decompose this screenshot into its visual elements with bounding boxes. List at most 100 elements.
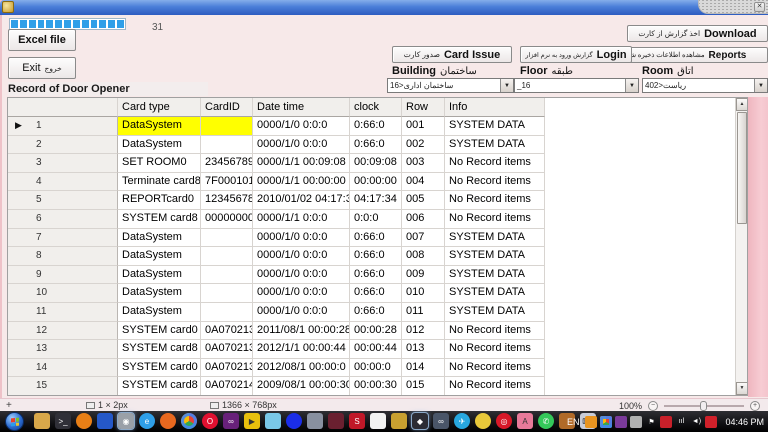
grid-cell[interactable]: 009 <box>402 266 445 285</box>
row-header[interactable]: 3 <box>8 154 118 173</box>
grid-cell[interactable]: 2012/08/1 00:00:0 <box>253 359 350 378</box>
grid-cell[interactable]: 0A070213 <box>201 359 253 378</box>
exit-button[interactable]: Exit خروج <box>8 57 76 79</box>
grid-cell[interactable]: Terminate card8 <box>118 173 201 192</box>
table-row[interactable]: 5REPORTcard0123456782010/01/02 04:17:340… <box>8 191 747 210</box>
column-header[interactable]: clock <box>350 98 402 117</box>
tray-flag-icon[interactable]: ⚑ <box>645 416 657 428</box>
row-header[interactable]: 10 <box>8 284 118 303</box>
opera-icon[interactable]: O <box>202 413 218 429</box>
grid-cell[interactable]: 0:66:0 <box>350 117 402 136</box>
table-row[interactable]: 6SYSTEM card8000000000000/1/1 0:0:00:0:0… <box>8 210 747 229</box>
key-app-icon[interactable] <box>391 413 407 429</box>
grid-cell[interactable]: 2012/1/1 00:00:44 <box>253 340 350 359</box>
card-issue-button[interactable]: صدور کارت Card Issue <box>392 46 512 63</box>
room-select[interactable]: ریاست<402 ▼ <box>642 78 768 93</box>
grid-cell[interactable]: DataSystem <box>118 229 201 248</box>
blue-orb-icon[interactable] <box>286 413 302 429</box>
grid-cell[interactable]: No Record items <box>445 377 545 396</box>
row-header[interactable]: 9 <box>8 266 118 285</box>
tray-chat-icon[interactable] <box>630 416 642 428</box>
grid-cell[interactable]: 00000000 <box>201 210 253 229</box>
grid-cell[interactable]: SYSTEM card8 <box>118 210 201 229</box>
grid-cell[interactable]: 2010/01/02 04:17:34 <box>253 191 350 210</box>
row-header[interactable]: 11 <box>8 303 118 322</box>
row-header[interactable]: 8 <box>8 247 118 266</box>
grid-cell[interactable]: 006 <box>402 210 445 229</box>
grid-cell[interactable]: REPORTcard0 <box>118 191 201 210</box>
tray-volume-icon[interactable]: ◄) <box>690 416 702 428</box>
grid-cell[interactable]: 0:66:0 <box>350 247 402 266</box>
language-indicator[interactable]: EN <box>567 417 580 427</box>
login-button[interactable]: گزارش ورود به نرم افزار Login <box>520 46 632 63</box>
chrome-icon[interactable] <box>181 413 197 429</box>
table-row[interactable]: 9DataSystem0000/1/0 0:0:00:66:0009SYSTEM… <box>8 266 747 285</box>
grid-cell[interactable] <box>201 229 253 248</box>
table-row[interactable]: 3SET ROOM0234567890000/1/1 00:09:0800:09… <box>8 154 747 173</box>
tray-network-icon[interactable]: ııl <box>675 416 687 428</box>
grid-cell[interactable]: 0:66:0 <box>350 136 402 155</box>
row-header[interactable]: 4 <box>8 173 118 192</box>
table-row[interactable]: 13SYSTEM card80A0702132012/1/1 00:00:440… <box>8 340 747 359</box>
row-header[interactable]: 12 <box>8 322 118 341</box>
download-button[interactable]: اخذ گزارش از کارت Download <box>627 25 768 42</box>
grid-cell[interactable]: No Record items <box>445 322 545 341</box>
column-header[interactable]: Card type <box>118 98 201 117</box>
tray-vs-icon[interactable] <box>615 416 627 428</box>
grid-cell[interactable]: 0:66:0 <box>350 266 402 285</box>
column-header[interactable]: Row <box>402 98 445 117</box>
grid-cell[interactable]: No Record items <box>445 173 545 192</box>
table-corner-header[interactable] <box>8 98 118 117</box>
blue-app-icon[interactable] <box>97 413 113 429</box>
grid-cell[interactable]: 008 <box>402 247 445 266</box>
grid-cell[interactable]: DataSystem <box>118 136 201 155</box>
row-header[interactable]: 14 <box>8 359 118 378</box>
chevron-down-icon[interactable]: ▼ <box>625 79 638 92</box>
grid-cell[interactable]: 0000/1/0 0:0:0 <box>253 247 350 266</box>
close-button[interactable]: ✕ <box>754 2 765 12</box>
row-header[interactable]: ▶1 <box>8 117 118 136</box>
grid-cell[interactable]: SYSTEM DATA <box>445 247 545 266</box>
grid-cell[interactable]: DataSystem <box>118 247 201 266</box>
grid-cell[interactable]: 2009/08/1 00:00:30 <box>253 377 350 396</box>
gray-app-icon[interactable] <box>307 413 323 429</box>
firefox-icon[interactable] <box>160 413 176 429</box>
grid-cell[interactable] <box>201 247 253 266</box>
adobe-app-icon[interactable]: A <box>517 413 533 429</box>
grid-cell[interactable]: SYSTEM DATA <box>445 229 545 248</box>
grid-cell[interactable]: 001 <box>402 117 445 136</box>
grid-cell[interactable]: SYSTEM card8 <box>118 377 201 396</box>
row-header[interactable]: 7 <box>8 229 118 248</box>
grid-cell[interactable]: SYSTEM DATA <box>445 284 545 303</box>
grid-cell[interactable]: 0:66:0 <box>350 284 402 303</box>
chevron-down-icon[interactable]: ▼ <box>754 79 767 92</box>
infinity-app-icon[interactable]: ∞ <box>433 413 449 429</box>
tray-paint-icon[interactable] <box>660 416 672 428</box>
grid-cell[interactable]: SYSTEM card0 <box>118 359 201 378</box>
grid-cell[interactable]: No Record items <box>445 340 545 359</box>
scroll-down-button[interactable]: ▼ <box>736 382 748 395</box>
grid-cell[interactable]: 011 <box>402 303 445 322</box>
grid-cell[interactable]: 0000/1/1 0:0:0 <box>253 210 350 229</box>
yellow-app-icon[interactable] <box>475 413 491 429</box>
visual-studio-icon[interactable]: ∞ <box>223 413 239 429</box>
table-row[interactable]: 14SYSTEM card00A0702132012/08/1 00:00:0 0… <box>8 359 747 378</box>
row-header[interactable]: 2 <box>8 136 118 155</box>
floor-select[interactable]: _16 ▼ <box>514 78 639 93</box>
grid-cell[interactable]: SYSTEM DATA <box>445 117 545 136</box>
grid-cell[interactable]: 0A070213 <box>201 322 253 341</box>
row-header[interactable]: 5 <box>8 191 118 210</box>
table-row[interactable]: 10DataSystem0000/1/0 0:0:00:66:0010SYSTE… <box>8 284 747 303</box>
zoom-in-button[interactable]: + <box>750 401 760 411</box>
grid-cell[interactable]: 014 <box>402 359 445 378</box>
row-header[interactable]: 15 <box>8 377 118 396</box>
grid-cell[interactable]: 00:00:00 <box>350 173 402 192</box>
table-row[interactable]: 15SYSTEM card80A0702142009/08/1 00:00:30… <box>8 377 747 396</box>
table-row[interactable]: 2DataSystem0000/1/0 0:0:00:66:0002SYSTEM… <box>8 136 747 155</box>
grid-cell[interactable]: 015 <box>402 377 445 396</box>
ie-icon[interactable]: e <box>139 413 155 429</box>
grid-cell[interactable] <box>201 303 253 322</box>
grid-cell[interactable]: No Record items <box>445 191 545 210</box>
grid-cell[interactable]: No Record items <box>445 359 545 378</box>
grid-cell[interactable]: DataSystem <box>118 303 201 322</box>
